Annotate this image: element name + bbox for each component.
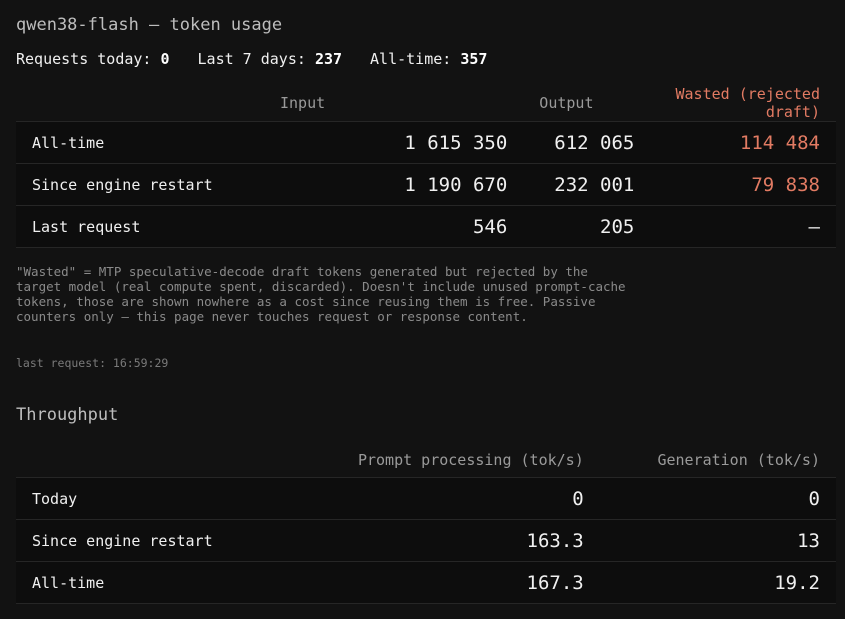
request-stats: Requests today: 0 Last 7 days: 237 All-tim…: [16, 50, 515, 68]
column-header-wasted: Wasted (rejected draft): [675, 85, 821, 121]
cell-wasted: 79 838: [634, 163, 836, 206]
table-row: Today 0 0: [16, 477, 836, 520]
wasted-explanation-note: "Wasted" = MTP speculative-decode draft …: [16, 264, 626, 324]
table-row: Last request 546 205 —: [16, 205, 836, 248]
row-label: Today 0: [16, 477, 584, 520]
stat-value: 0: [160, 50, 170, 68]
cell-wasted: 114 484: [634, 121, 836, 164]
cell-input: 1 190 670: [404, 173, 508, 196]
stat-value: 237: [314, 50, 343, 68]
last-request-timestamp: last request: 16:59:29: [16, 356, 169, 370]
cell-input: 546: [472, 215, 508, 238]
table-row: Since engine restart 1 190 670 232 001 7…: [16, 163, 836, 206]
throughput-table: Prompt processing (tok/s) Generation (to…: [16, 442, 836, 604]
table-row: All-time 1 615 350 612 065 114 484: [16, 121, 836, 164]
stat-value: 357: [460, 50, 488, 68]
cell-input: 1 615 350: [404, 131, 508, 154]
cell-output: 205: [507, 205, 635, 248]
cell-prompt: 167.3: [526, 571, 584, 594]
row-label: All-time 167.3: [16, 561, 584, 604]
cell-generation: 0: [583, 477, 836, 520]
cell-prompt: 163.3: [526, 529, 584, 552]
cell-generation: 19.2: [583, 561, 836, 604]
row-label: All-time 1 615 350: [16, 121, 508, 164]
column-header-generation: Generation (tok/s): [657, 450, 820, 469]
stat-requests-today: Requests today: 0: [16, 50, 170, 68]
token-usage-table: Input Output Wasted (rejected draft) All…: [16, 85, 836, 248]
stat-last-7-days: Last 7 days: 237: [197, 50, 343, 68]
cell-prompt: 0: [572, 487, 584, 510]
column-header-input: Input: [280, 94, 326, 112]
row-label: Since engine restart 163.3: [16, 519, 584, 562]
table-row: All-time 167.3 19.2: [16, 561, 836, 604]
column-header-prompt-processing: Prompt processing (tok/s): [357, 450, 584, 469]
table-header-row: Input Output Wasted (rejected draft): [16, 85, 836, 122]
stat-all-time: All-time: 357: [370, 50, 488, 68]
page-title: qwen38-flash — token usage: [16, 15, 283, 35]
table-row: Since engine restart 163.3 13: [16, 519, 836, 562]
cell-output: 612 065: [507, 121, 635, 164]
cell-generation: 13: [583, 519, 836, 562]
column-header-output: Output: [539, 94, 594, 112]
throughput-section-title: Throughput: [16, 405, 119, 425]
table-header-row: Prompt processing (tok/s) Generation (to…: [16, 442, 836, 478]
row-label: Since engine restart 1 190 670: [16, 163, 508, 206]
row-label: Last request 546: [16, 205, 508, 248]
cell-wasted: —: [634, 205, 836, 248]
cell-output: 232 001: [507, 163, 635, 206]
